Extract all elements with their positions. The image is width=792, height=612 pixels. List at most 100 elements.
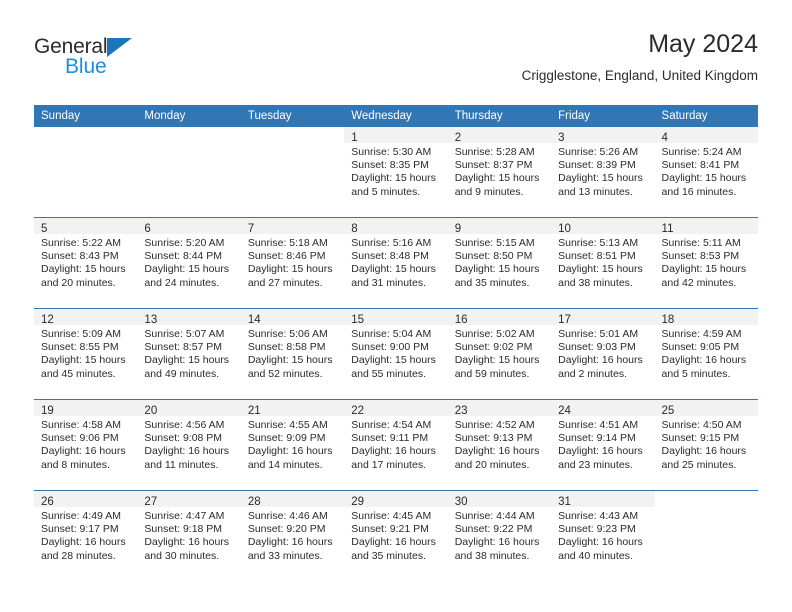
sunset-text: Sunset: 8:58 PM [247, 341, 326, 354]
day-number: 3 [558, 132, 565, 144]
day-cell[interactable]: 21 Sunrise: 4:55 AM Sunset: 9:09 PM Dayl… [240, 399, 345, 491]
day-cell[interactable]: 7 Sunrise: 5:18 AM Sunset: 8:46 PM Dayli… [240, 217, 345, 309]
day-cell[interactable]: 6 Sunrise: 5:20 AM Sunset: 8:44 PM Dayli… [137, 217, 241, 309]
sunset-text: Sunset: 9:22 PM [454, 523, 533, 536]
daylight-text-line2: and 9 minutes. [454, 185, 524, 198]
day-cell[interactable]: 27 Sunrise: 4:47 AM Sunset: 9:18 PM Dayl… [137, 490, 241, 581]
day-cell[interactable]: 9 Sunrise: 5:15 AM Sunset: 8:50 PM Dayli… [447, 217, 552, 309]
sunset-text: Sunset: 9:13 PM [454, 432, 533, 445]
day-number: 21 [247, 405, 261, 417]
day-cell[interactable]: 4 Sunrise: 5:24 AM Sunset: 8:41 PM Dayli… [654, 127, 758, 218]
daylight-text-line1: Daylight: 16 hours [661, 354, 747, 367]
daylight-text-line1: Daylight: 15 hours [351, 172, 436, 185]
day-cell[interactable]: 15 Sunrise: 5:04 AM Sunset: 9:00 PM Dayl… [344, 308, 448, 400]
day-cell[interactable] [241, 127, 344, 218]
day-number-band: 23 [447, 400, 552, 417]
day-cell[interactable]: 18 Sunrise: 4:59 AM Sunset: 9:05 PM Dayl… [654, 308, 758, 400]
day-cell-inner: 31 Sunrise: 4:43 AM Sunset: 9:23 PM Dayl… [551, 491, 655, 581]
sunrise-text: Sunrise: 5:16 AM [351, 237, 432, 249]
day-cell[interactable]: 13 Sunrise: 5:07 AM Sunset: 8:57 PM Dayl… [137, 308, 241, 400]
day-number: 14 [247, 314, 261, 326]
sunrise-text: Sunrise: 5:11 AM [661, 237, 741, 249]
daylight-text-line2: and 40 minutes. [558, 549, 633, 562]
sunset-text: Sunset: 8:57 PM [144, 341, 223, 354]
sunrise-text: Sunrise: 5:13 AM [558, 237, 639, 249]
calendar-page: General Blue May 2024 Crigglestone, Engl… [0, 0, 792, 612]
day-cell[interactable]: 28 Sunrise: 4:46 AM Sunset: 9:20 PM Dayl… [240, 490, 345, 581]
daylight-text-line2: and 27 minutes. [247, 276, 323, 289]
day-details: Sunrise: 5:07 AM Sunset: 8:57 PM Dayligh… [137, 325, 240, 381]
day-cell[interactable]: 30 Sunrise: 4:44 AM Sunset: 9:22 PM Dayl… [447, 490, 552, 581]
sunrise-text: Sunrise: 4:55 AM [247, 419, 328, 431]
calendar-body: 1 Sunrise: 5:30 AM Sunset: 8:35 PM Dayli… [34, 127, 758, 581]
day-details: Sunrise: 5:16 AM Sunset: 8:48 PM Dayligh… [344, 234, 447, 290]
day-number-band: 12 [34, 309, 138, 326]
day-cell-inner: 21 Sunrise: 4:55 AM Sunset: 9:09 PM Dayl… [240, 400, 345, 490]
sunset-text: Sunset: 9:03 PM [558, 341, 636, 354]
day-number: 7 [247, 223, 255, 235]
day-cell[interactable]: 31 Sunrise: 4:43 AM Sunset: 9:23 PM Dayl… [551, 490, 655, 581]
day-details: Sunrise: 5:02 AM Sunset: 9:02 PM Dayligh… [448, 325, 551, 381]
day-cell[interactable]: 20 Sunrise: 4:56 AM Sunset: 9:08 PM Dayl… [137, 399, 241, 491]
day-cell[interactable]: 17 Sunrise: 5:01 AM Sunset: 9:03 PM Dayl… [551, 308, 655, 400]
day-cell[interactable] [654, 490, 758, 581]
day-cell[interactable]: 11 Sunrise: 5:11 AM Sunset: 8:53 PM Dayl… [654, 217, 758, 309]
day-cell[interactable]: 24 Sunrise: 4:51 AM Sunset: 9:14 PM Dayl… [551, 399, 655, 491]
day-cell[interactable]: 23 Sunrise: 4:52 AM Sunset: 9:13 PM Dayl… [447, 399, 552, 491]
day-number: 5 [41, 223, 48, 235]
day-details: Sunrise: 4:56 AM Sunset: 9:08 PM Dayligh… [137, 416, 240, 472]
daylight-text-line1: Daylight: 15 hours [558, 172, 643, 185]
daylight-text-line1: Daylight: 16 hours [247, 536, 333, 549]
day-cell[interactable]: 16 Sunrise: 5:02 AM Sunset: 9:02 PM Dayl… [447, 308, 552, 400]
day-cell[interactable]: 22 Sunrise: 4:54 AM Sunset: 9:11 PM Dayl… [344, 399, 448, 491]
daylight-text-line2: and 5 minutes. [351, 185, 421, 198]
day-cell[interactable]: 5 Sunrise: 5:22 AM Sunset: 8:43 PM Dayli… [34, 217, 138, 309]
day-cell[interactable]: 26 Sunrise: 4:49 AM Sunset: 9:17 PM Dayl… [34, 490, 138, 581]
day-cell[interactable] [34, 127, 137, 218]
day-details: Sunrise: 5:01 AM Sunset: 9:03 PM Dayligh… [551, 325, 654, 381]
day-number-band: 30 [447, 491, 552, 508]
day-cell[interactable]: 2 Sunrise: 5:28 AM Sunset: 8:37 PM Dayli… [447, 127, 552, 218]
generalblue-logo[interactable]: General Blue [34, 36, 234, 92]
day-number-band: 2 [447, 127, 552, 144]
day-cell[interactable]: 1 Sunrise: 5:30 AM Sunset: 8:35 PM Dayli… [344, 127, 448, 218]
day-cell[interactable]: 12 Sunrise: 5:09 AM Sunset: 8:55 PM Dayl… [34, 308, 138, 400]
sunset-text: Sunset: 8:39 PM [558, 159, 636, 172]
day-cell[interactable] [137, 127, 240, 218]
day-cell[interactable]: 19 Sunrise: 4:58 AM Sunset: 9:06 PM Dayl… [34, 399, 138, 491]
day-number: 18 [661, 314, 675, 326]
day-details: Sunrise: 5:06 AM Sunset: 8:58 PM Dayligh… [241, 325, 344, 381]
day-number-band: 26 [34, 491, 138, 508]
day-number-band: 7 [240, 218, 345, 235]
calendar-week-row: 5 Sunrise: 5:22 AM Sunset: 8:43 PM Dayli… [34, 217, 758, 309]
daylight-text-line1: Daylight: 15 hours [247, 354, 333, 367]
day-number-band: 10 [551, 218, 655, 235]
day-cell-inner: 9 Sunrise: 5:15 AM Sunset: 8:50 PM Dayli… [447, 218, 552, 308]
sunrise-text: Sunrise: 5:06 AM [247, 328, 328, 340]
day-cell[interactable]: 10 Sunrise: 5:13 AM Sunset: 8:51 PM Dayl… [551, 217, 655, 309]
day-details: Sunrise: 5:15 AM Sunset: 8:50 PM Dayligh… [448, 234, 551, 290]
day-cell[interactable]: 3 Sunrise: 5:26 AM Sunset: 8:39 PM Dayli… [551, 127, 655, 218]
day-cell[interactable]: 25 Sunrise: 4:50 AM Sunset: 9:15 PM Dayl… [654, 399, 758, 491]
day-details [137, 143, 240, 146]
day-details: Sunrise: 5:04 AM Sunset: 9:00 PM Dayligh… [344, 325, 447, 381]
sunset-text: Sunset: 9:20 PM [247, 523, 326, 536]
day-number-band: 29 [344, 491, 448, 508]
sunset-text: Sunset: 8:41 PM [661, 159, 740, 172]
sunset-text: Sunset: 8:44 PM [144, 250, 223, 263]
day-cell-inner: 30 Sunrise: 4:44 AM Sunset: 9:22 PM Dayl… [447, 491, 552, 581]
sunset-text: Sunset: 9:05 PM [661, 341, 740, 354]
day-cell-inner: 23 Sunrise: 4:52 AM Sunset: 9:13 PM Dayl… [447, 400, 552, 490]
sunset-text: Sunset: 9:21 PM [351, 523, 429, 536]
weekday-header-sunday: Sunday [34, 105, 138, 127]
sunset-text: Sunset: 9:00 PM [351, 341, 429, 354]
daylight-text-line2: and 31 minutes. [351, 276, 426, 289]
day-details: Sunrise: 4:52 AM Sunset: 9:13 PM Dayligh… [448, 416, 551, 472]
day-cell-inner [137, 127, 240, 217]
day-cell[interactable]: 8 Sunrise: 5:16 AM Sunset: 8:48 PM Dayli… [344, 217, 448, 309]
day-details [655, 507, 758, 510]
day-cell[interactable]: 14 Sunrise: 5:06 AM Sunset: 8:58 PM Dayl… [240, 308, 345, 400]
day-number: 29 [351, 496, 365, 508]
day-cell[interactable]: 29 Sunrise: 4:45 AM Sunset: 9:21 PM Dayl… [344, 490, 448, 581]
sunset-text: Sunset: 9:08 PM [144, 432, 223, 445]
